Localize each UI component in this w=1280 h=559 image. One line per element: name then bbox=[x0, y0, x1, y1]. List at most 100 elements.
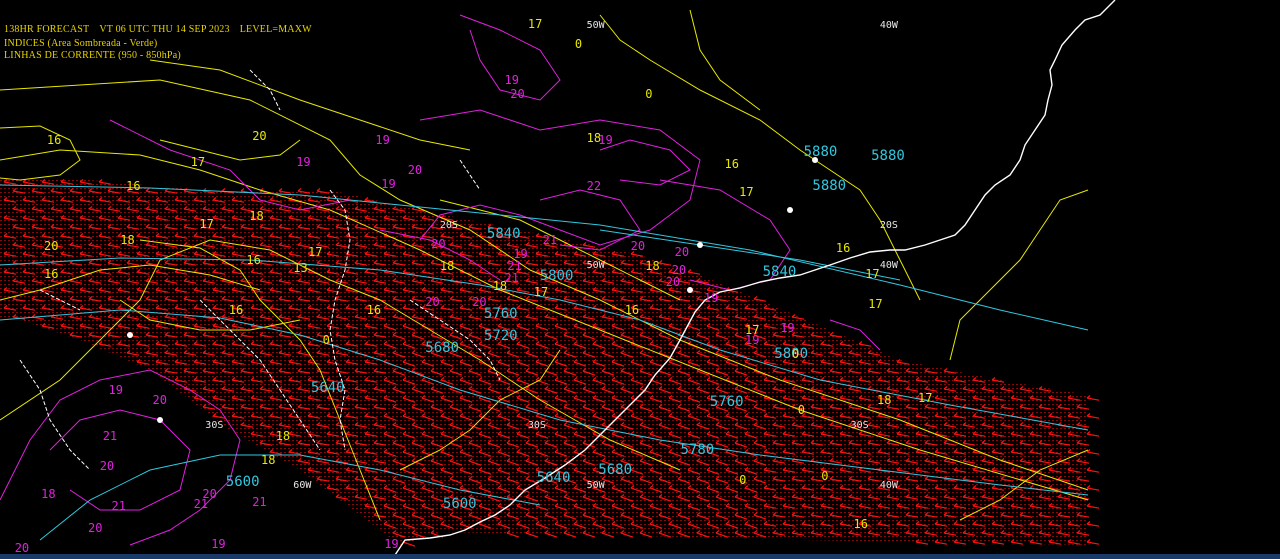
forecast-label: 138HR FORECAST bbox=[4, 24, 90, 35]
grid-label-11: 60W bbox=[293, 480, 312, 491]
height-label-2: 5880 bbox=[812, 178, 846, 194]
island-mark-5 bbox=[127, 332, 133, 338]
grid-label-1: 40W bbox=[880, 20, 899, 31]
magenta-contour-label-24: 21 bbox=[103, 429, 117, 443]
yellow-contour-7 bbox=[689, 9, 761, 111]
yellow-contour-label-16: 13 bbox=[293, 261, 307, 275]
yellow-contour-label-19: 17 bbox=[865, 267, 879, 281]
magenta-contour-label-0: 19 bbox=[505, 73, 519, 87]
magenta-contour-label-31: 20 bbox=[88, 521, 102, 535]
height-label-10: 5640 bbox=[311, 380, 345, 396]
height-label-7: 5720 bbox=[484, 328, 518, 344]
yellow-contour-label-20: 16 bbox=[44, 267, 58, 281]
magenta-contour-label-11: 20 bbox=[675, 245, 689, 259]
yellow-contour-label-31: 18 bbox=[877, 393, 891, 407]
magenta-contour-6 bbox=[49, 409, 191, 511]
height-label-0: 5880 bbox=[804, 144, 838, 160]
yellow-contour-label-9: 17 bbox=[739, 185, 753, 199]
grid-label-2: 20S bbox=[440, 220, 458, 231]
grid-label-0: 50W bbox=[587, 20, 606, 31]
height-label-9: 5680 bbox=[425, 340, 459, 356]
magenta-contour-label-22: 19 bbox=[109, 383, 123, 397]
island-mark-2 bbox=[697, 242, 703, 248]
yellow-contour-label-33: 0 bbox=[798, 403, 805, 417]
height-label-4: 5840 bbox=[763, 264, 797, 280]
magenta-contour-label-23: 20 bbox=[153, 393, 167, 407]
magenta-contour-label-17: 20 bbox=[425, 295, 439, 309]
yellow-contour-label-17: 18 bbox=[440, 259, 454, 273]
yellow-contour-label-22: 17 bbox=[868, 297, 882, 311]
height-label-3: 5840 bbox=[487, 226, 521, 242]
yellow-contour-1 bbox=[149, 59, 471, 151]
yellow-contour-label-14: 17 bbox=[308, 245, 322, 259]
height-label-16: 5600 bbox=[443, 496, 477, 512]
grid-label-13: 40W bbox=[880, 480, 899, 491]
magenta-contour-label-2: 19 bbox=[375, 133, 389, 147]
magenta-contour-label-9: 21 bbox=[543, 233, 557, 247]
magenta-contour-label-28: 21 bbox=[194, 497, 208, 511]
height-label-13: 5680 bbox=[598, 462, 632, 478]
magenta-contour-label-30: 18 bbox=[41, 487, 55, 501]
magenta-contour-label-5: 20 bbox=[408, 163, 422, 177]
yellow-contour-label-24: 16 bbox=[229, 303, 243, 317]
magenta-contour-label-18: 20 bbox=[472, 295, 486, 309]
yellow-contour-13 bbox=[159, 139, 301, 161]
grid-label-8: 30S bbox=[528, 420, 546, 431]
yellow-contour-label-10: 18 bbox=[249, 209, 263, 223]
yellow-contour-label-8: 16 bbox=[126, 179, 140, 193]
yellow-contour-label-5: 0 bbox=[645, 87, 652, 101]
magenta-contour-label-29: 21 bbox=[252, 495, 266, 509]
grid-label-5: 50W bbox=[587, 260, 606, 271]
synoptic-map: 50W40W20S20S20S50W40W30S30S30S30S60W50W4… bbox=[0, 0, 1280, 559]
magenta-contour-2 bbox=[599, 139, 691, 186]
shaded-legend: INDICES (Area Sombreada - Verde) bbox=[4, 38, 158, 49]
grid-label-12: 50W bbox=[587, 480, 606, 491]
yellow-contour-label-38: 16 bbox=[854, 517, 868, 531]
grid-label-9: 30S bbox=[851, 420, 869, 431]
magenta-contour-label-20: 19 bbox=[745, 333, 759, 347]
yellow-contour-label-30: 0 bbox=[792, 347, 799, 361]
magenta-contour-label-15: 21 bbox=[505, 271, 519, 285]
yellow-contour-label-27: 16 bbox=[625, 303, 639, 317]
magenta-contour-label-16: 20 bbox=[666, 275, 680, 289]
yellow-contour-label-15: 16 bbox=[246, 253, 260, 267]
magenta-contour-label-7: 22 bbox=[587, 179, 601, 193]
yellow-contour-label-3: 20 bbox=[252, 129, 266, 143]
yellow-contour-label-18: 16 bbox=[836, 241, 850, 255]
border-line-4 bbox=[249, 69, 281, 111]
yellow-contour-label-25: 16 bbox=[367, 303, 381, 317]
magenta-contour-label-21: 19 bbox=[780, 321, 794, 335]
height-label-1: 5880 bbox=[871, 148, 905, 164]
magenta-contour-label-34: 20 bbox=[15, 541, 29, 555]
grid-label-6: 40W bbox=[880, 260, 899, 271]
streamline-legend: LINHAS DE CORRENTE (950 - 850hPa) bbox=[4, 50, 181, 61]
valid-time-label: VT 06 UTC THU 14 SEP 2023 bbox=[99, 24, 230, 35]
height-label-11: 5760 bbox=[710, 394, 744, 410]
yellow-contour-label-32: 17 bbox=[918, 391, 932, 405]
yellow-contour-label-37: 0 bbox=[821, 469, 828, 483]
map-canvas: 50W40W20S20S20S50W40W30S30S30S30S60W50W4… bbox=[0, 0, 1280, 559]
level-label: LEVEL=MAXW bbox=[239, 24, 312, 35]
magenta-contour-label-33: 19 bbox=[384, 537, 398, 551]
border-line-5 bbox=[459, 159, 481, 191]
yellow-contour-label-35: 18 bbox=[261, 453, 275, 467]
magenta-contour-label-27: 21 bbox=[112, 499, 126, 513]
yellow-contour-label-1: 0 bbox=[575, 37, 582, 51]
height-label-5: 5800 bbox=[540, 268, 574, 284]
island-mark-3 bbox=[687, 287, 693, 293]
height-label-15: 5600 bbox=[226, 474, 260, 490]
yellow-contour-label-13: 18 bbox=[120, 233, 134, 247]
magenta-contour-label-4: 19 bbox=[296, 155, 310, 169]
yellow-contour-label-23: 18 bbox=[645, 259, 659, 273]
yellow-contour-label-0: 17 bbox=[528, 17, 542, 31]
magenta-contour-label-32: 19 bbox=[211, 537, 225, 551]
magenta-contour-label-3: 19 bbox=[598, 133, 612, 147]
yellow-contour-label-2: 16 bbox=[47, 133, 61, 147]
yellow-contour-label-6: 17 bbox=[191, 155, 205, 169]
magenta-contour-label-1: 20 bbox=[510, 87, 524, 101]
forecast-header: 138HR FORECAST VT 06 UTC THU 14 SEP 2023 L… bbox=[4, 24, 322, 35]
island-mark-4 bbox=[157, 417, 163, 423]
border-line-3 bbox=[19, 359, 91, 471]
height-label-14: 5640 bbox=[537, 470, 571, 486]
yellow-contour-label-11: 17 bbox=[199, 217, 213, 231]
